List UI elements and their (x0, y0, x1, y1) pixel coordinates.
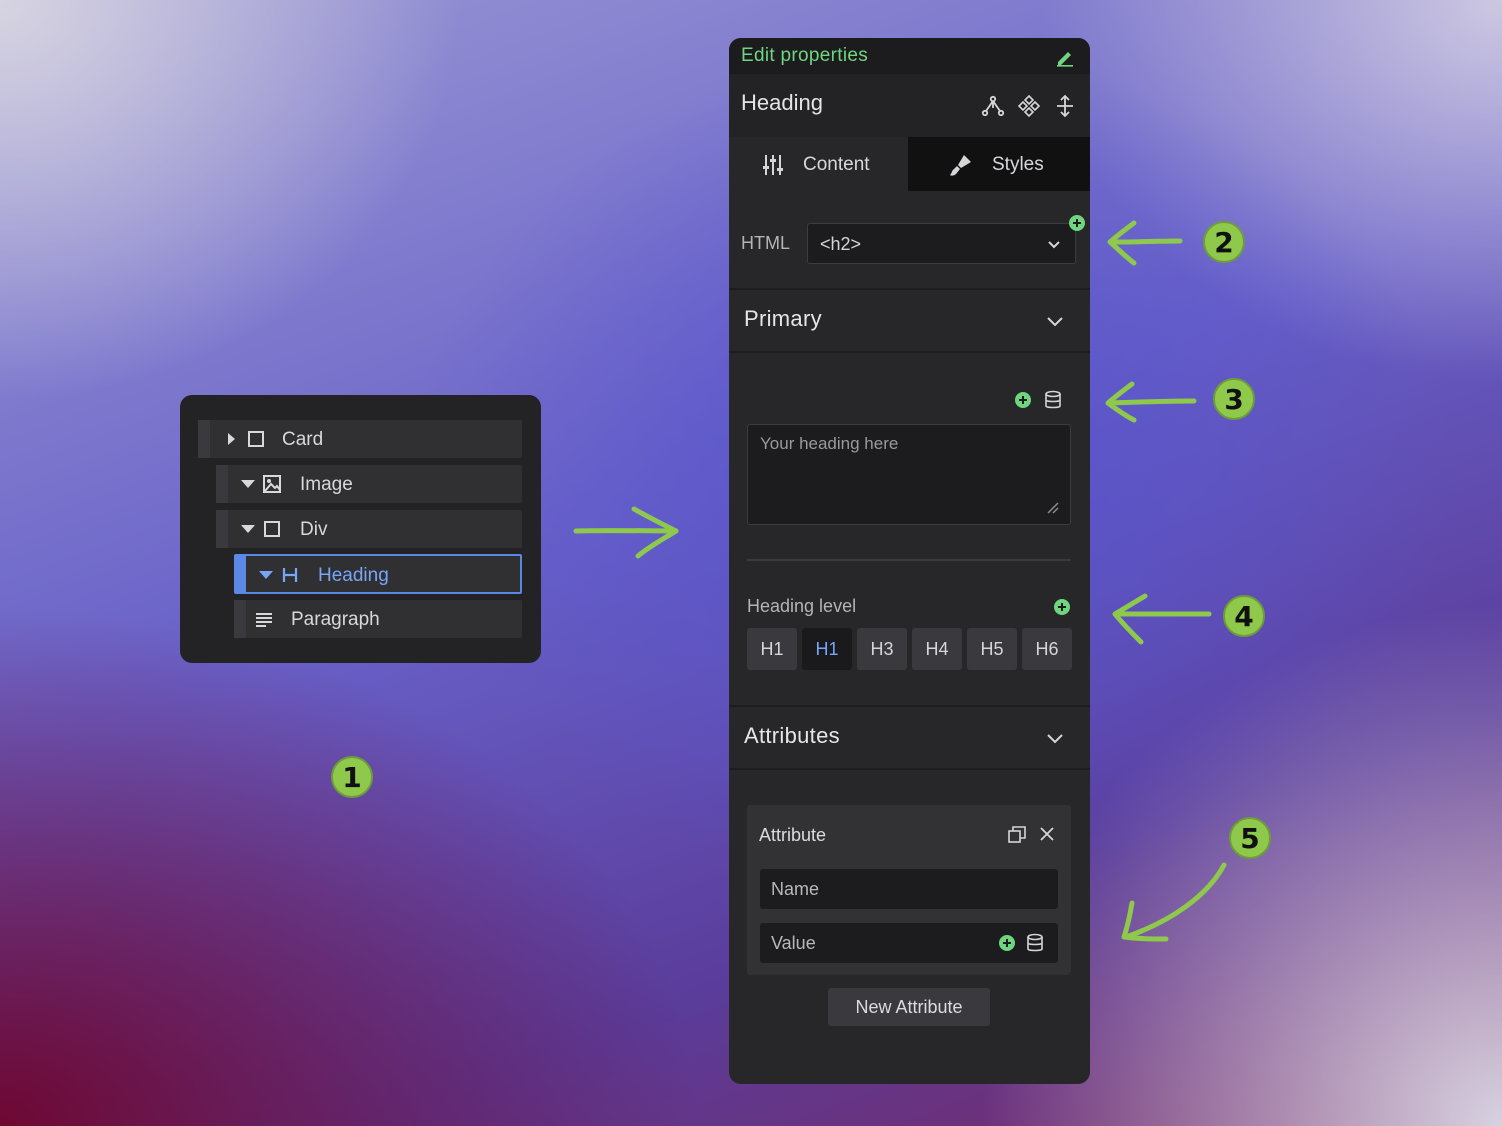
database-icon[interactable] (1043, 390, 1063, 410)
annotation-badge-2: 2 (1203, 221, 1245, 263)
heading-level-button[interactable]: H6 (1022, 628, 1072, 670)
attribute-name-input[interactable]: Name (760, 869, 1058, 909)
nav-item-label: Div (300, 519, 328, 540)
element-name: Heading (741, 90, 823, 115)
divider (729, 351, 1090, 353)
heading-level-button[interactable]: H4 (912, 628, 962, 670)
move-vertical-icon[interactable] (1053, 94, 1077, 118)
square-icon (248, 431, 264, 447)
html-tag-value: <h2> (820, 234, 862, 254)
nav-item-label: Heading (318, 565, 389, 586)
html-tag-select[interactable]: <h2> (807, 223, 1076, 264)
nav-item-label: Paragraph (291, 609, 380, 630)
tab-label: Content (803, 154, 870, 175)
chevron-down-icon[interactable] (1045, 311, 1065, 331)
properties-panel: Edit properties Heading Content Styles H… (729, 38, 1090, 1084)
add-binding-icon[interactable] (999, 935, 1015, 951)
heading-level-button[interactable]: H3 (857, 628, 907, 670)
chevron-down-icon (1048, 241, 1060, 249)
nav-indent-bar (216, 510, 228, 548)
nav-indent-bar (198, 420, 210, 458)
nav-item-image[interactable]: Image (216, 465, 522, 503)
nav-indent-bar (236, 556, 246, 592)
attribute-card-title: Attribute (759, 825, 827, 845)
annotation-badge-5: 5 (1229, 817, 1271, 859)
attribute-card: Attribute Name Value (747, 805, 1071, 975)
html-label: HTML (741, 233, 790, 253)
divider (729, 768, 1090, 770)
add-binding-icon[interactable] (1069, 215, 1085, 231)
section-title-attributes: Attributes (744, 723, 840, 748)
heading-placeholder: Your heading here (760, 434, 899, 453)
sliders-icon (763, 155, 783, 175)
panel-header: Edit properties (729, 38, 1090, 74)
nav-indent-bar (234, 600, 246, 638)
duplicate-icon[interactable] (1007, 825, 1027, 845)
heading-level-label: Heading level (747, 596, 857, 616)
square-icon (264, 521, 280, 537)
arrow-left-icon (1107, 220, 1183, 266)
navigator-panel: Card Image Div Heading Paragraph (180, 395, 541, 663)
new-attribute-button[interactable]: New Attribute (828, 988, 990, 1026)
nav-item-paragraph[interactable]: Paragraph (234, 600, 522, 638)
component-tree-icon[interactable] (981, 94, 1005, 118)
tab-label: Styles (992, 154, 1044, 175)
pencil-icon[interactable] (1055, 47, 1075, 67)
attribute-value-placeholder: Value (771, 933, 816, 953)
heading-icon (282, 568, 298, 582)
nav-item-heading[interactable]: Heading (234, 554, 522, 594)
attribute-name-placeholder: Name (771, 879, 820, 899)
caret-down-icon[interactable] (256, 565, 276, 585)
add-binding-icon[interactable] (1054, 599, 1070, 615)
annotation-badge-3: 3 (1213, 378, 1255, 420)
arrow-left-icon (1105, 381, 1197, 423)
heading-level-button-active[interactable]: H1 (802, 628, 852, 670)
nav-item-label: Image (300, 474, 353, 495)
paragraph-icon (256, 613, 272, 627)
component-icon[interactable] (1017, 94, 1041, 118)
close-icon[interactable] (1038, 825, 1056, 843)
section-title-primary: Primary (744, 306, 822, 331)
nav-indent-bar (216, 465, 228, 503)
arrow-left-icon (1112, 593, 1212, 645)
brush-icon (950, 155, 971, 176)
resize-handle-icon[interactable] (1044, 499, 1060, 515)
annotation-badge-1: 1 (331, 756, 373, 798)
attribute-value-input[interactable]: Value (760, 923, 1058, 963)
panel-title: Edit properties (741, 45, 869, 66)
nav-item-label: Card (282, 429, 324, 450)
divider (747, 559, 1071, 561)
caret-down-icon[interactable] (238, 474, 258, 494)
divider (729, 288, 1090, 290)
heading-text-area[interactable]: Your heading here (747, 424, 1071, 525)
arrow-right-icon (573, 506, 679, 559)
image-icon (263, 475, 281, 493)
database-icon[interactable] (1025, 933, 1045, 953)
divider (729, 705, 1090, 707)
caret-right-icon[interactable] (222, 429, 242, 449)
nav-item-div[interactable]: Div (216, 510, 522, 548)
tab-content[interactable]: Content (729, 137, 908, 191)
annotation-badge-4: 4 (1223, 595, 1265, 637)
add-binding-icon[interactable] (1015, 392, 1031, 408)
nav-item-card[interactable]: Card (198, 420, 522, 458)
caret-down-icon[interactable] (238, 519, 258, 539)
panel-tabs: Content Styles (729, 137, 1090, 191)
tab-styles[interactable]: Styles (908, 137, 1087, 191)
heading-level-button[interactable]: H5 (967, 628, 1017, 670)
chevron-down-icon[interactable] (1045, 728, 1065, 748)
arrow-down-left-icon (1121, 862, 1227, 942)
heading-level-button[interactable]: H1 (747, 628, 797, 670)
